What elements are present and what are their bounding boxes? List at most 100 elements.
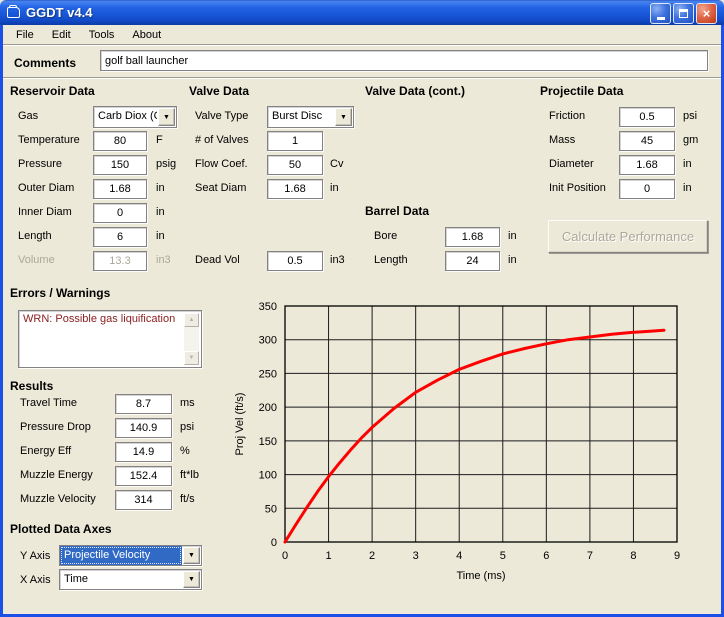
svg-text:3: 3	[413, 550, 419, 562]
svg-text:150: 150	[259, 436, 277, 448]
bore-unit: in	[508, 230, 517, 242]
dead-vol-unit: in3	[330, 254, 345, 266]
menu-file[interactable]: File	[7, 27, 43, 43]
window-border-left	[0, 25, 3, 617]
title-bar[interactable]: GGDT v4.4 ×	[0, 0, 724, 25]
menu-separator	[3, 44, 721, 46]
temperature-unit: F	[156, 134, 163, 146]
performance-chart: 0 1 2 3 4 5 6 7 8 9 0 50 100 150 200 250 300 350 Time (ms)…	[234, 301, 680, 582]
svg-text:250: 250	[259, 368, 277, 380]
flow-coef-label: Flow Coef.	[195, 158, 248, 170]
barrel-length-unit: in	[508, 254, 517, 266]
valve-type-label: Valve Type	[195, 110, 249, 122]
gas-select[interactable]: Carb Diox (CO2) ▼	[93, 106, 177, 128]
dead-vol-label: Dead Vol	[195, 254, 240, 266]
mass-label: Mass	[549, 134, 576, 146]
close-button[interactable]: ×	[696, 3, 717, 24]
calculate-performance-button[interactable]: Calculate Performance	[548, 220, 708, 253]
bore-label: Bore	[374, 230, 398, 242]
pressure-drop-output	[115, 418, 172, 438]
svg-text:350: 350	[259, 301, 277, 313]
inner-diam-input[interactable]	[93, 203, 147, 223]
seat-diam-label: Seat Diam	[195, 182, 247, 194]
friction-input[interactable]	[619, 107, 675, 127]
menu-tools[interactable]: Tools	[80, 27, 124, 43]
valve-title: Valve Data	[189, 84, 250, 98]
seat-diam-input[interactable]	[267, 179, 323, 199]
svg-text:9: 9	[674, 550, 680, 562]
menu-about[interactable]: About	[123, 27, 170, 43]
outer-diam-unit: in	[156, 182, 165, 194]
init-position-input[interactable]	[619, 179, 675, 199]
travel-time-label: Travel Time	[20, 397, 78, 409]
mass-input[interactable]	[619, 131, 675, 151]
plotted-axes-title: Plotted Data Axes	[10, 522, 112, 536]
chevron-down-icon[interactable]: ▼	[158, 108, 175, 126]
init-position-unit: in	[683, 182, 692, 194]
chevron-down-icon[interactable]: ▼	[183, 571, 200, 588]
init-position-label: Init Position	[549, 182, 606, 194]
diameter-unit: in	[683, 158, 692, 170]
num-valves-input[interactable]	[267, 131, 323, 151]
scroll-up-icon[interactable]: ▲	[184, 313, 199, 327]
muzzle-velocity-unit: ft/s	[180, 493, 195, 505]
minimize-button[interactable]	[650, 3, 671, 24]
comments-separator	[3, 77, 721, 79]
window-controls: ×	[650, 3, 717, 24]
valve-cont-title: Valve Data (cont.)	[365, 84, 466, 98]
app-window: GGDT v4.4 × File Edit Tools About Commen…	[0, 0, 724, 617]
comments-input[interactable]	[100, 50, 708, 71]
svg-text:8: 8	[630, 550, 636, 562]
results-title: Results	[10, 379, 54, 393]
length-input[interactable]	[93, 227, 147, 247]
energy-eff-label: Energy Eff	[20, 445, 72, 457]
valve-type-select[interactable]: Burst Disc ▼	[267, 106, 354, 128]
warning-message: WRN: Possible gas liquification	[23, 313, 176, 325]
svg-text:50: 50	[265, 503, 277, 515]
bore-input[interactable]	[445, 227, 500, 247]
minimize-icon	[656, 17, 665, 20]
svg-text:Time (ms): Time (ms)	[456, 570, 505, 582]
temperature-label: Temperature	[18, 134, 80, 146]
maximize-icon	[679, 9, 688, 18]
projectile-title: Projectile Data	[540, 84, 624, 98]
svg-text:100: 100	[259, 470, 277, 482]
svg-text:1: 1	[325, 550, 331, 562]
svg-text:7: 7	[587, 550, 593, 562]
x-axis-select-value: Time	[64, 573, 89, 585]
maximize-button[interactable]	[673, 3, 694, 24]
y-axis-select[interactable]: Projectile Velocity ▼	[59, 545, 202, 566]
dead-vol-input[interactable]	[267, 251, 323, 271]
diameter-input[interactable]	[619, 155, 675, 175]
chevron-down-icon[interactable]: ▼	[335, 108, 352, 126]
friction-unit: psi	[683, 110, 698, 122]
diameter-label: Diameter	[549, 158, 594, 170]
muzzle-energy-output	[115, 466, 172, 486]
svg-text:2: 2	[369, 550, 375, 562]
svg-text:4: 4	[456, 550, 462, 562]
app-icon	[7, 5, 20, 18]
y-axis-label: Y Axis	[20, 550, 51, 562]
chevron-down-icon[interactable]: ▼	[183, 547, 200, 564]
errors-scrollbar[interactable]: ▲ ▼	[184, 313, 199, 365]
length-label: Length	[18, 230, 52, 242]
x-axis-select[interactable]: Time ▼	[59, 569, 202, 590]
travel-time-unit: ms	[180, 397, 195, 409]
menu-bar: File Edit Tools About	[3, 25, 721, 44]
flow-coef-unit: Cv	[330, 158, 344, 170]
temperature-input[interactable]	[93, 131, 147, 151]
energy-eff-output	[115, 442, 172, 462]
errors-listbox[interactable]: WRN: Possible gas liquification ▲ ▼	[18, 310, 202, 368]
inner-diam-unit: in	[156, 206, 165, 218]
outer-diam-input[interactable]	[93, 179, 147, 199]
length-unit: in	[156, 230, 165, 242]
pressure-input[interactable]	[93, 155, 147, 175]
energy-eff-unit: %	[180, 445, 190, 457]
valve-type-select-value: Burst Disc	[272, 110, 323, 122]
barrel-length-input[interactable]	[445, 251, 500, 271]
menu-edit[interactable]: Edit	[43, 27, 80, 43]
close-icon: ×	[702, 6, 711, 21]
flow-coef-input[interactable]	[267, 155, 323, 175]
pressure-drop-unit: psi	[180, 421, 195, 433]
scroll-down-icon[interactable]: ▼	[184, 351, 199, 365]
